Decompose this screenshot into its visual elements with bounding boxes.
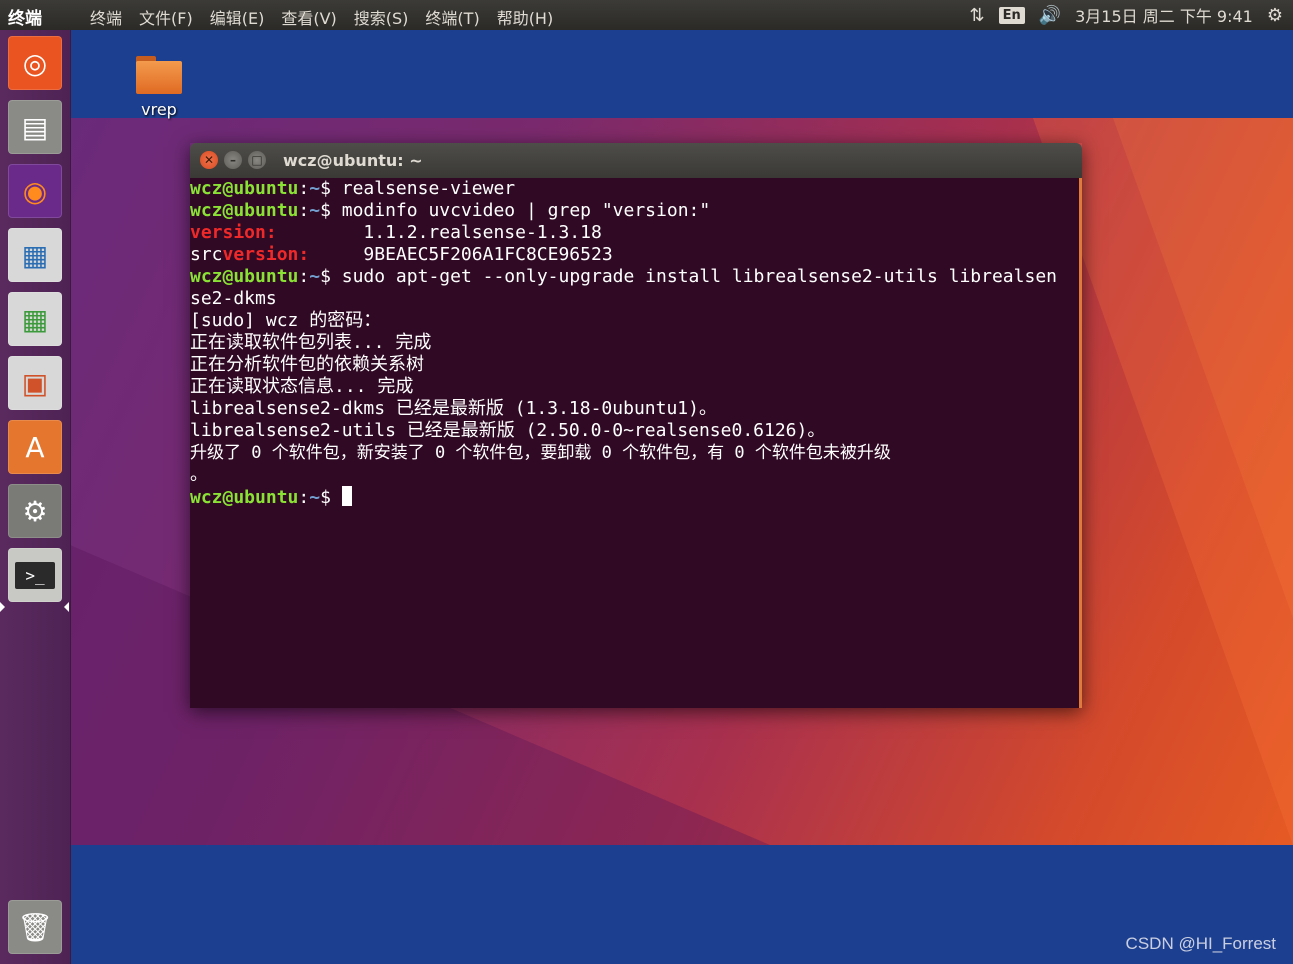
terminal-title: wcz@ubuntu: ~ [283,151,423,170]
desktop-folder-label: vrep [141,100,177,119]
menu-terminal[interactable]: 终端 [90,5,122,29]
shopping-bag-icon: A [25,430,45,464]
text-cursor [341,486,352,506]
top-panel: 终端 终端 文件(F) 编辑(E) 查看(V) 搜索(S) 终端(T) 帮助(H… [0,0,1293,30]
files-button[interactable]: ▤ [8,100,62,154]
trash-button[interactable]: 🗑 [8,900,62,954]
menu-search[interactable]: 搜索(S) [354,5,409,29]
terminal-line: [sudo] wcz 的密码： [190,310,382,331]
terminal-line: wcz@ubuntu:~$ realsense-viewer [190,178,516,199]
terminal-line: 正在读取软件包列表... 完成 [190,332,432,353]
terminal-line: 正在读取状态信息... 完成 [190,376,414,397]
network-transfer-icon[interactable]: ⇅ [969,5,984,26]
menu-file[interactable]: 文件(F) [139,5,193,29]
terminal-prompt-line: wcz@ubuntu:~$ [190,486,1079,508]
presentation-icon: ▣ [21,366,49,400]
ubuntu-logo-icon: ◎ [22,46,48,80]
ubuntu-dash-button[interactable]: ◎ [8,36,62,90]
terminal-output[interactable]: wcz@ubuntu:~$ realsense-viewer wcz@ubuntu… [190,178,1082,708]
terminal-line: librealsense2-dkms 已经是最新版 (1.3.18-0ubunt… [190,398,717,419]
menu-terminal-2[interactable]: 终端(T) [425,5,479,29]
indicator-area: ⇅ En 🔊 3月15日 周二 下午 9:41 ⚙ [969,3,1283,27]
terminal-line: wcz@ubuntu:~$ modinfo uvcvideo | grep "v… [190,200,711,221]
desktop-background-top [70,30,1293,118]
terminal-icon: >_ [15,561,55,589]
terminal-line: 正在分析软件包的依赖关系树 [190,354,424,375]
terminal-window: ✕ – □ wcz@ubuntu: ~ wcz@ubuntu:~$ realse… [190,143,1082,708]
calc-button[interactable]: ▦ [8,292,62,346]
terminal-line: se2-dkms [190,288,277,309]
terminal-line: 。 [190,464,208,485]
writer-button[interactable]: ▦ [8,228,62,282]
menu-view[interactable]: 查看(V) [281,5,336,29]
firefox-icon: ◉ [22,174,48,208]
desktop-folder-vrep[interactable]: vrep [128,56,190,119]
spreadsheet-icon: ▦ [21,302,49,336]
system-settings-button[interactable]: ⚙ [8,484,62,538]
volume-icon[interactable]: 🔊 [1039,5,1061,26]
active-app-title: 终端 [8,9,42,29]
launcher: ◎ ▤ ◉ ▦ ▦ ▣ A ⚙ >_ 🗑 [0,30,71,964]
software-center-button[interactable]: A [8,420,62,474]
maximize-window-button[interactable]: □ [248,151,266,169]
folder-icon [136,56,182,94]
terminal-line: wcz@ubuntu:~$ sudo apt-get --only-upgrad… [190,266,1057,287]
menu-edit[interactable]: 编辑(E) [210,5,265,29]
keyboard-layout-indicator[interactable]: En [998,6,1025,24]
watermark: CSDN @HI_Forrest [1125,934,1276,953]
file-cabinet-icon: ▤ [21,110,49,144]
trash-icon: 🗑 [17,910,53,944]
active-indicator-left [0,602,5,612]
minimize-window-button[interactable]: – [224,151,242,169]
terminal-line: 升级了 0 个软件包，新安装了 0 个软件包，要卸载 0 个软件包，有 0 个软… [190,443,891,463]
terminal-line: version: 1.1.2.realsense-1.3.18 [190,222,602,243]
terminal-titlebar[interactable]: ✕ – □ wcz@ubuntu: ~ [190,143,1082,178]
close-window-button[interactable]: ✕ [200,151,218,169]
desktop-background-bottom [70,845,1293,964]
terminal-line: librealsense2-utils 已经是最新版 (2.50.0-0~rea… [190,420,826,441]
menu-help[interactable]: 帮助(H) [497,5,554,29]
terminal-button[interactable]: >_ [8,548,62,602]
firefox-button[interactable]: ◉ [8,164,62,218]
datetime-indicator[interactable]: 3月15日 周二 下午 9:41 [1075,3,1253,27]
impress-button[interactable]: ▣ [8,356,62,410]
active-indicator-right [64,602,69,612]
power-gear-icon[interactable]: ⚙ [1267,5,1283,26]
document-icon: ▦ [21,238,49,272]
menu-bar: 终端 文件(F) 编辑(E) 查看(V) 搜索(S) 终端(T) 帮助(H) [90,5,553,29]
settings-wrench-icon: ⚙ [22,494,48,528]
terminal-line: srcversion: 9BEAEC5F206A1FC8CE96523 [190,244,613,265]
